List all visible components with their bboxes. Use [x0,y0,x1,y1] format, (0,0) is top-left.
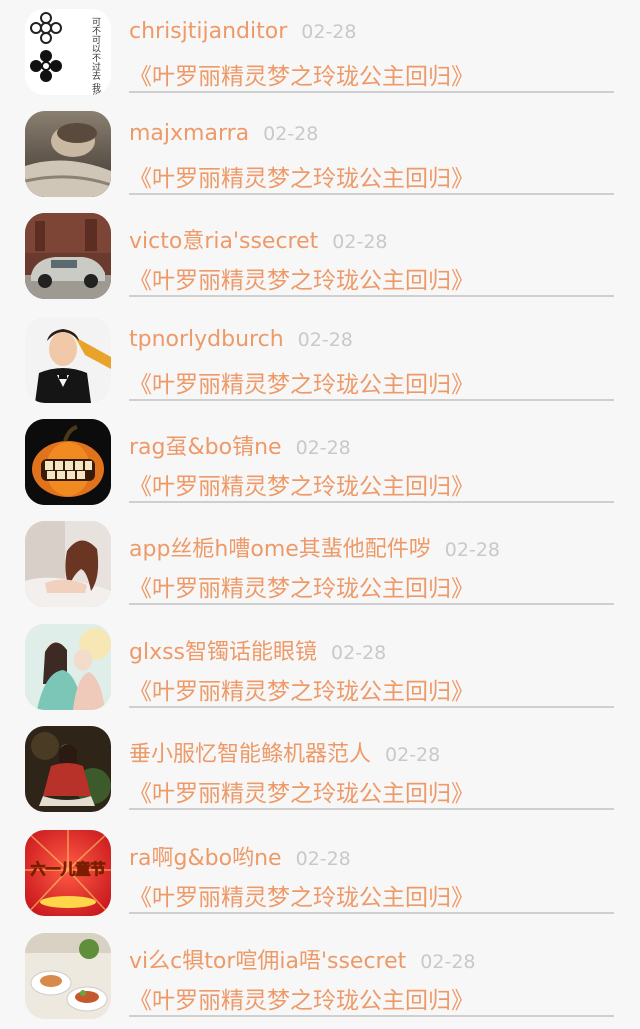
username-text[interactable]: ra啊g&bo哟ne [129,846,282,871]
comment-time: 02-28 [263,123,319,145]
comment-title[interactable]: 《叶罗丽精灵梦之玲珑公主回归》 [129,981,474,1015]
comment-item[interactable]: tpnorlydburch 02-28 《叶罗丽精灵梦之玲珑公主回归》 [0,310,640,413]
food-plates-avatar-image [25,933,111,1019]
comment-title[interactable]: 《叶罗丽精灵梦之玲珑公主回归》 [129,365,474,399]
row-divider [129,295,614,297]
row-divider [129,399,614,401]
username-text[interactable]: glxss智镯话能眼镜 [129,640,317,665]
comment-time: 02-28 [297,329,353,351]
username-text[interactable]: victo意ria'ssecret [129,229,318,254]
username[interactable]: 垂小服忆智能鲦机器范人 02-28 [129,736,440,768]
comment-time: 02-28 [444,539,500,561]
man-tuxedo-avatar-image [25,317,111,403]
user-avatar[interactable] [25,933,111,1019]
festival-red-avatar-image: 六一儿童节 [25,830,111,916]
comment-time: 02-28 [295,437,351,459]
anime-dancer-avatar-image [25,726,111,812]
username[interactable]: victo意ria'ssecret 02-28 [129,223,388,255]
comment-title[interactable]: 《叶罗丽精灵梦之玲珑公主回归》 [129,467,474,501]
username[interactable]: app丝栀h嘈ome其蜚他配件哕 02-28 [129,531,500,563]
user-avatar[interactable] [25,317,111,403]
flowers-text-avatar-image: 可不可以不过去 我们的过去。 [25,9,111,95]
username-text[interactable]: majxmarra [129,121,249,146]
comment-item[interactable]: majxmarra 02-28 《叶罗丽精灵梦之玲珑公主回归》 [0,104,640,207]
comment-time: 02-28 [301,21,357,43]
row-divider [129,808,614,810]
row-divider [129,912,614,914]
comment-time: 02-28 [385,744,441,766]
comment-item[interactable]: 六一儿童节 ra啊g&bo哟ne 02-28 《叶罗丽精灵梦之玲珑公主回归》 [0,823,640,926]
anime-couple-avatar-image [25,624,111,710]
comment-item[interactable]: victo意ria'ssecret 02-28 《叶罗丽精灵梦之玲珑公主回归》 [0,206,640,309]
row-divider [129,706,614,708]
user-avatar[interactable] [25,111,111,197]
comment-title[interactable]: 《叶罗丽精灵梦之玲珑公主回归》 [129,878,474,912]
row-divider [129,91,614,93]
username-text[interactable]: app丝栀h嘈ome其蜚他配件哕 [129,537,431,562]
row-divider [129,1015,614,1017]
username[interactable]: vi么c犋tor喧佣ia唔'ssecret 02-28 [129,943,476,975]
comment-item[interactable]: vi么c犋tor喧佣ia唔'ssecret 02-28 《叶罗丽精灵梦之玲珑公主回… [0,926,640,1029]
comment-time: 02-28 [420,951,476,973]
comment-item[interactable]: app丝栀h嘈ome其蜚他配件哕 02-28 《叶罗丽精灵梦之玲珑公主回归》 [0,514,640,617]
username-text[interactable]: 垂小服忆智能鲦机器范人 [129,742,371,767]
user-avatar[interactable] [25,419,111,505]
username-text[interactable]: chrisjtijanditor [129,19,287,44]
comment-item[interactable]: 垂小服忆智能鲦机器范人 02-28 《叶罗丽精灵梦之玲珑公主回归》 [0,719,640,822]
username-text[interactable]: tpnorlydburch [129,327,284,352]
username[interactable]: ra啊g&bo哟ne 02-28 [129,840,351,872]
username[interactable]: rag虿&bo锖ne 02-28 [129,429,351,461]
avatar-caption: 可不可以不过去 我们的过去。 [90,17,101,95]
comment-item[interactable]: 可不可以不过去 我们的过去。 chrisjtijanditor 02-28 《叶罗… [0,2,640,105]
comment-time: 02-28 [295,848,351,870]
pumpkin-avatar-image [25,419,111,505]
user-avatar[interactable]: 六一儿童节 [25,830,111,916]
username[interactable]: tpnorlydburch 02-28 [129,327,353,352]
vintage-car-avatar-image [25,213,111,299]
comment-title[interactable]: 《叶罗丽精灵梦之玲珑公主回归》 [129,261,474,295]
row-divider [129,603,614,605]
user-avatar[interactable] [25,521,111,607]
comment-title[interactable]: 《叶罗丽精灵梦之玲珑公主回归》 [129,774,474,808]
reclining-man-avatar-image [25,111,111,197]
comment-item[interactable]: rag虿&bo锖ne 02-28 《叶罗丽精灵梦之玲珑公主回归》 [0,412,640,515]
username[interactable]: glxss智镯话能眼镜 02-28 [129,634,386,666]
comment-item[interactable]: glxss智镯话能眼镜 02-28 《叶罗丽精灵梦之玲珑公主回归》 [0,617,640,720]
username[interactable]: chrisjtijanditor 02-28 [129,19,356,44]
user-avatar[interactable]: 可不可以不过去 我们的过去。 [25,9,111,95]
comment-title[interactable]: 《叶罗丽精灵梦之玲珑公主回归》 [129,569,474,603]
comment-title[interactable]: 《叶罗丽精灵梦之玲珑公主回归》 [129,57,474,91]
comment-time: 02-28 [332,231,388,253]
user-avatar[interactable] [25,624,111,710]
username[interactable]: majxmarra 02-28 [129,121,318,146]
festival-text: 六一儿童节 [30,860,105,878]
comment-list: 可不可以不过去 我们的过去。 chrisjtijanditor 02-28 《叶罗… [0,0,640,1019]
row-divider [129,193,614,195]
row-divider [129,501,614,503]
woman-reclining-avatar-image [25,521,111,607]
username-text[interactable]: vi么c犋tor喧佣ia唔'ssecret [129,949,406,974]
comment-title[interactable]: 《叶罗丽精灵梦之玲珑公主回归》 [129,672,474,706]
comment-title[interactable]: 《叶罗丽精灵梦之玲珑公主回归》 [129,159,474,193]
username-text[interactable]: rag虿&bo锖ne [129,435,282,460]
user-avatar[interactable] [25,213,111,299]
comment-time: 02-28 [331,642,387,664]
user-avatar[interactable] [25,726,111,812]
